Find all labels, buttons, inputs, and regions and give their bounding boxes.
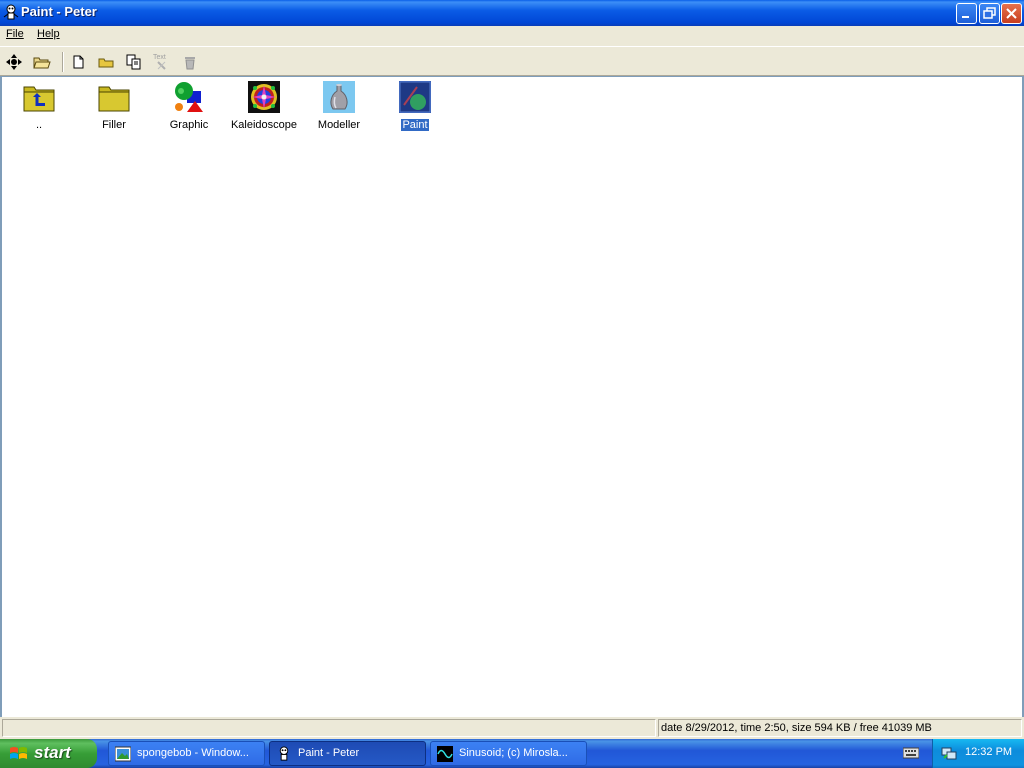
network-icon[interactable] xyxy=(941,745,957,761)
parent-folder-icon xyxy=(23,86,55,112)
menu-file[interactable]: File xyxy=(6,28,24,40)
close-button[interactable] xyxy=(1001,3,1022,24)
menu-help[interactable]: Help xyxy=(37,28,60,40)
task-paint-peter[interactable]: Paint - Peter xyxy=(269,741,426,766)
text-button[interactable]: Text xyxy=(152,52,172,72)
task-label: Sinusoid; (c) Mirosla... xyxy=(459,747,568,759)
file-item-filler[interactable]: Filler xyxy=(77,80,151,136)
toolbar-separator xyxy=(62,52,64,72)
file-label: Graphic xyxy=(169,119,209,131)
task-label: spongebob - Window... xyxy=(137,747,249,759)
peter-app-icon xyxy=(279,746,289,761)
vase-icon xyxy=(323,81,355,113)
new-file-icon xyxy=(73,55,84,69)
status-pane-left xyxy=(2,719,656,737)
file-label: Paint xyxy=(400,118,430,132)
menu-bar: File Help xyxy=(0,26,1024,46)
file-label: Kaleidoscope xyxy=(230,119,298,131)
file-item-kaleidoscope[interactable]: Kaleidoscope xyxy=(227,80,301,136)
title-bar[interactable]: Paint - Peter xyxy=(0,0,1024,26)
svg-text:Text: Text xyxy=(153,54,166,61)
image-viewer-icon xyxy=(115,746,131,762)
shapes-icon xyxy=(175,82,203,112)
task-sinusoid[interactable]: Sinusoid; (c) Mirosla... xyxy=(430,741,587,766)
taskbar: start spongebob - Window... Paint - Pete… xyxy=(0,739,1024,768)
clock[interactable]: 12:32 PM xyxy=(965,746,1012,758)
task-label: Paint - Peter xyxy=(298,747,360,759)
status-file-info: date 8/29/2012, time 2:50, size 594 KB /… xyxy=(658,719,1022,737)
file-item-paint[interactable]: Paint xyxy=(378,80,452,136)
peter-app-icon xyxy=(3,4,19,20)
file-list[interactable]: .. Filler Graphic Kaleidoscope Modeller … xyxy=(0,76,1024,717)
folder-icon xyxy=(98,86,130,112)
minimize-button[interactable] xyxy=(956,3,977,24)
sinusoid-icon xyxy=(437,746,453,762)
file-item-parent[interactable]: .. xyxy=(2,80,76,136)
status-bar: date 8/29/2012, time 2:50, size 594 KB /… xyxy=(0,717,1024,739)
navigate-button[interactable] xyxy=(4,52,24,72)
open-folder-icon xyxy=(33,57,51,69)
task-spongebob[interactable]: spongebob - Window... xyxy=(108,741,265,766)
start-label: start xyxy=(34,743,71,762)
open-button[interactable] xyxy=(32,52,52,72)
windows-flag-icon xyxy=(10,747,27,759)
paint-icon xyxy=(399,81,431,113)
start-button[interactable]: start xyxy=(0,739,97,768)
new-folder-icon xyxy=(98,58,114,68)
copy-icon xyxy=(126,54,141,70)
copy-button[interactable] xyxy=(124,52,144,72)
restore-icon xyxy=(983,7,996,19)
file-label: .. xyxy=(35,119,43,131)
navigate-icon xyxy=(6,54,22,70)
file-item-modeller[interactable]: Modeller xyxy=(302,80,376,136)
trash-icon xyxy=(185,57,195,70)
keyboard-icon[interactable] xyxy=(903,746,919,760)
file-label: Filler xyxy=(102,119,126,131)
delete-button[interactable] xyxy=(180,52,200,72)
new-file-button[interactable] xyxy=(68,52,88,72)
toolbar: Text xyxy=(0,46,1024,76)
system-tray: 12:32 PM xyxy=(932,739,1024,768)
minimize-icon xyxy=(962,16,969,18)
restore-button[interactable] xyxy=(979,3,1000,24)
file-item-graphic[interactable]: Graphic xyxy=(152,80,226,136)
window-title: Paint - Peter xyxy=(21,4,97,19)
kaleidoscope-icon xyxy=(248,81,280,113)
new-folder-button[interactable] xyxy=(96,52,116,72)
text-icon: Text xyxy=(153,54,166,70)
close-icon xyxy=(1006,8,1017,19)
file-label: Modeller xyxy=(317,119,361,131)
